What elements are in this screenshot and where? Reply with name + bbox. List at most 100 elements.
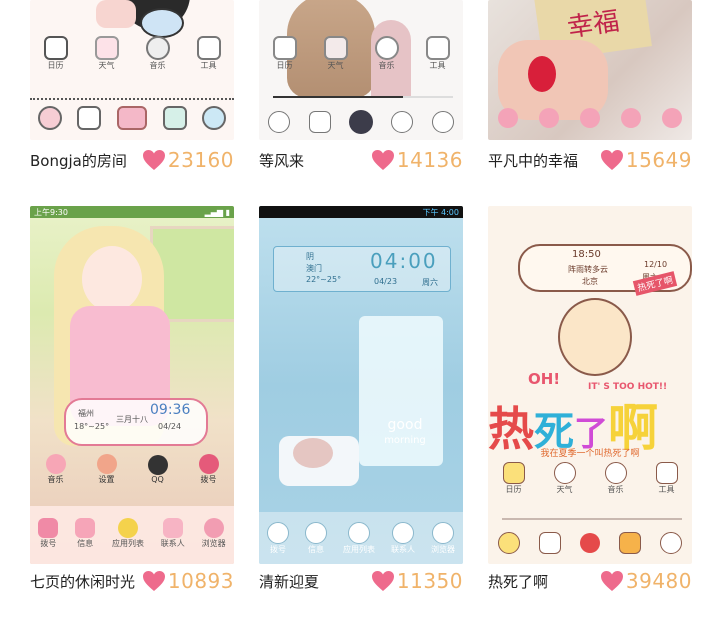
phone-icon[interactable]: [498, 108, 519, 128]
dock-messages[interactable]: 信息: [305, 522, 327, 555]
dock-browser[interactable]: 浏览器: [202, 518, 226, 549]
dock-contacts[interactable]: 联系人: [391, 522, 415, 555]
widget-music[interactable]: 音乐: [145, 36, 170, 71]
widget-calendar[interactable]: 日历: [43, 36, 68, 71]
calendar-icon: [502, 462, 525, 484]
app-label: QQ: [151, 475, 164, 484]
heart-icon: [371, 150, 394, 170]
mail-icon[interactable]: [308, 111, 331, 133]
hot-badge-icon[interactable]: [579, 533, 600, 553]
dock-browser[interactable]: 浏览器: [431, 522, 455, 555]
dock-app-list[interactable]: 应用列表: [112, 518, 144, 549]
widget-time: 18:50: [572, 249, 601, 260]
app-music[interactable]: 音乐: [45, 454, 66, 485]
bow-icon[interactable]: [116, 106, 147, 130]
strawberry-nail: [528, 56, 556, 92]
dock-bar: [488, 108, 692, 128]
theme-caption: 等风来 14136: [259, 147, 463, 173]
tools-icon: [196, 36, 221, 60]
theme-thumbnail[interactable]: 幸福: [488, 0, 692, 140]
cup-text-morning: morning: [384, 435, 426, 446]
like-counter[interactable]: 14136: [371, 148, 463, 172]
browser-icon[interactable]: [202, 106, 227, 130]
mail-icon[interactable]: [77, 106, 102, 130]
phone-icon[interactable]: [497, 532, 520, 554]
dock-label: 浏览器: [431, 545, 455, 554]
contacts-icon[interactable]: [619, 532, 642, 554]
widget-city: 澳门: [306, 264, 322, 273]
theme-thumbnail[interactable]: 下午 4:00 阴 澳门 22°~25° 04:00 04/23 周六 good…: [259, 206, 463, 564]
heart-app-icon[interactable]: [661, 108, 682, 128]
message-icon: [305, 522, 327, 544]
like-count: 15649: [625, 148, 692, 172]
like-counter[interactable]: 15649: [600, 148, 692, 172]
contacts-icon[interactable]: [162, 106, 187, 130]
like-counter[interactable]: 10893: [142, 569, 234, 593]
subline: 我在夏季一个叫热死了啊: [540, 449, 640, 459]
browser-icon[interactable]: [431, 111, 454, 133]
widget-weather[interactable]: 天气: [553, 462, 576, 495]
headphones-icon: [374, 36, 399, 60]
heart-icon: [142, 571, 165, 591]
widget-music[interactable]: 音乐: [374, 36, 399, 71]
phone-icon[interactable]: [37, 106, 62, 130]
icon-row: 音乐 设置 QQ 拨号: [30, 454, 234, 485]
widget-music[interactable]: 音乐: [604, 462, 627, 495]
status-icons: ▂▄▆ ▮: [204, 207, 230, 217]
contacts-icon[interactable]: [391, 111, 414, 133]
character-face: [140, 8, 184, 38]
flower-icon[interactable]: [348, 110, 373, 134]
phone-icon[interactable]: [268, 111, 291, 133]
dock-contacts[interactable]: 联系人: [161, 518, 185, 549]
widget-tools[interactable]: 工具: [196, 36, 221, 71]
widget-tools[interactable]: 工具: [655, 462, 678, 495]
widget-label: 天气: [98, 61, 115, 70]
calendar-icon: [43, 36, 68, 60]
theme-caption: 清新迎夏 11350: [259, 568, 463, 594]
app-qq[interactable]: QQ: [147, 455, 168, 484]
theme-thumbnail[interactable]: 上午9:30 ▂▄▆ ▮ 福州 18°~25° 三月十八 09:36 04/24…: [30, 206, 234, 564]
theme-thumbnail[interactable]: 日历 天气 音乐 工具: [30, 0, 234, 140]
tools-icon: [425, 36, 450, 60]
widget-weather[interactable]: 天气: [323, 36, 348, 71]
clock-widget[interactable]: 福州 18°~25° 三月十八 09:36 04/24: [64, 398, 208, 446]
dock-app-list[interactable]: 应用列表: [343, 522, 375, 555]
theme-caption: 热死了啊 39480: [488, 568, 692, 594]
widget-weather[interactable]: 天气: [94, 36, 119, 71]
apps-icon[interactable]: [579, 108, 600, 128]
theme-thumbnail[interactable]: 18:50 阵雨转多云 北京 12/10 周六 热死了啊 OH! IT' S T…: [488, 206, 692, 564]
theme-name: 等风来: [259, 151, 305, 170]
theme-name: 平凡中的幸福: [488, 151, 579, 170]
like-count: 23160: [167, 148, 234, 172]
widget-weather: 阵雨转多云: [568, 265, 608, 274]
message-icon[interactable]: [539, 108, 560, 128]
app-dialer[interactable]: 拨号: [198, 454, 219, 485]
theme-caption: 七页的休闲时光 10893: [30, 568, 234, 594]
sun-icon: [553, 462, 576, 484]
browser-icon[interactable]: [620, 108, 641, 128]
app-settings[interactable]: 设置: [96, 454, 117, 485]
like-counter[interactable]: 11350: [371, 569, 463, 593]
widget-label: 日历: [47, 61, 64, 70]
widget-label: 天气: [327, 61, 344, 70]
widget-day: 周六: [422, 278, 438, 287]
widget-label: 音乐: [378, 61, 395, 70]
browser-icon[interactable]: [660, 532, 683, 554]
clock-widget[interactable]: 阴 澳门 22°~25° 04:00 04/23 周六: [273, 246, 451, 292]
widget-label: 工具: [658, 485, 675, 494]
widget-label: 日历: [276, 61, 293, 70]
like-counter[interactable]: 39480: [600, 569, 692, 593]
dock-dialer[interactable]: 拨号: [38, 518, 59, 549]
theme-thumbnail[interactable]: 日历 天气 音乐 工具: [259, 0, 463, 140]
like-counter[interactable]: 23160: [142, 148, 234, 172]
widget-tools[interactable]: 工具: [425, 36, 450, 71]
widget-calendar[interactable]: 日历: [272, 36, 297, 71]
widget-calendar[interactable]: 日历: [502, 462, 525, 495]
theme-caption: 平凡中的幸福 15649: [488, 147, 692, 173]
mail-icon[interactable]: [538, 532, 561, 554]
cup-text: good morning: [365, 418, 445, 448]
widget-temp: 18°~25°: [74, 422, 110, 431]
music-icon: [604, 462, 627, 484]
dock-messages[interactable]: 信息: [75, 518, 96, 549]
dock-dialer[interactable]: 拨号: [267, 522, 289, 555]
